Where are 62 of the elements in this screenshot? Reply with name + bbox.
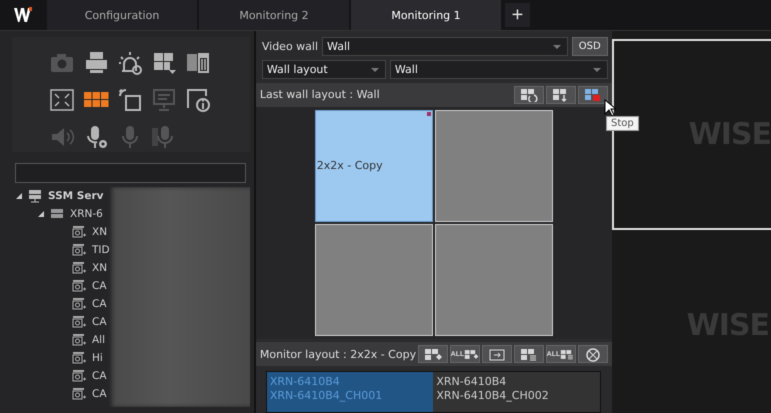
tree-item[interactable]: Hi [92, 352, 103, 364]
video-wall-dropdown[interactable]: Wall [322, 36, 568, 56]
save-button[interactable] [546, 86, 576, 104]
cursor-icon [604, 99, 616, 117]
tree-item[interactable]: CA [92, 370, 107, 382]
wall-layout-dropdown[interactable]: Wall [390, 60, 608, 79]
tab[interactable]: Monitoring 2 [199, 0, 349, 30]
reset-button[interactable] [578, 345, 608, 364]
wall-cell[interactable] [434, 224, 553, 336]
expand-arrow-icon[interactable] [16, 193, 22, 199]
tree-item[interactable]: CA [92, 280, 107, 292]
recorder-icon [50, 208, 64, 220]
restore-button[interactable] [514, 86, 544, 104]
tree-item[interactable]: XN [92, 262, 108, 274]
camera-icon [72, 243, 86, 257]
tree-item[interactable]: XRN-6 [70, 208, 103, 220]
camera-icon [72, 261, 86, 275]
search-field[interactable] [15, 163, 246, 183]
camera-icon [72, 387, 86, 401]
logo-icon [14, 7, 32, 23]
tree-item[interactable]: CA [92, 298, 107, 310]
camera-icon [72, 351, 86, 365]
wall-cell[interactable]: 2x2x - Copy [314, 110, 433, 222]
layout-clear-icon [520, 346, 538, 362]
camera-icon [72, 369, 86, 383]
assign-button[interactable] [418, 345, 448, 364]
tree-item[interactable]: CA [92, 388, 107, 400]
layout-mode-dropdown[interactable]: Wall layout [262, 60, 386, 79]
tree-item[interactable]: TID [92, 244, 110, 256]
tree-item[interactable]: CA [92, 316, 107, 328]
stop-button[interactable] [578, 86, 608, 104]
monitor-layout-label: Monitor layout : 2x2x - Copy [260, 348, 416, 361]
popup-icon[interactable] [116, 86, 144, 114]
last-wall-layout-label: Last wall layout : Wall [260, 88, 380, 102]
tree-item[interactable]: All [92, 334, 106, 346]
info-icon[interactable] [184, 86, 212, 114]
camera-icon [72, 225, 86, 239]
camera-icon [72, 315, 86, 329]
expand-arrow-icon[interactable] [38, 211, 44, 217]
channel-item[interactable]: XRN-6410B4 XRN-6410B4_CH002 [433, 372, 600, 412]
layout-reset-icon [584, 346, 602, 362]
tab[interactable]: Monitoring 1 [351, 0, 501, 30]
alarm-icon[interactable] [116, 49, 144, 77]
layout-swap-icon [488, 346, 506, 362]
clear-button[interactable] [514, 345, 544, 364]
tab[interactable]: Configuration [47, 0, 197, 30]
swap-button[interactable] [482, 345, 512, 364]
layout-assign-icon [424, 346, 442, 362]
camera-icon [72, 279, 86, 293]
tooltip: Stop [606, 116, 639, 131]
tree-item[interactable]: SSM Serv [48, 190, 104, 202]
server-icon [28, 189, 42, 203]
camera-icon [72, 297, 86, 311]
tree-item[interactable]: XN [92, 226, 108, 238]
camera-icon [72, 333, 86, 347]
wall-cell[interactable] [314, 224, 433, 336]
wall-cell[interactable] [434, 110, 553, 222]
add-tab-button[interactable]: + [505, 3, 530, 27]
video-wall-label: Video wall [262, 40, 318, 53]
layout-restore-icon [520, 87, 538, 102]
osd-button[interactable]: OSD [572, 36, 608, 56]
layout-stop-icon [584, 87, 602, 102]
